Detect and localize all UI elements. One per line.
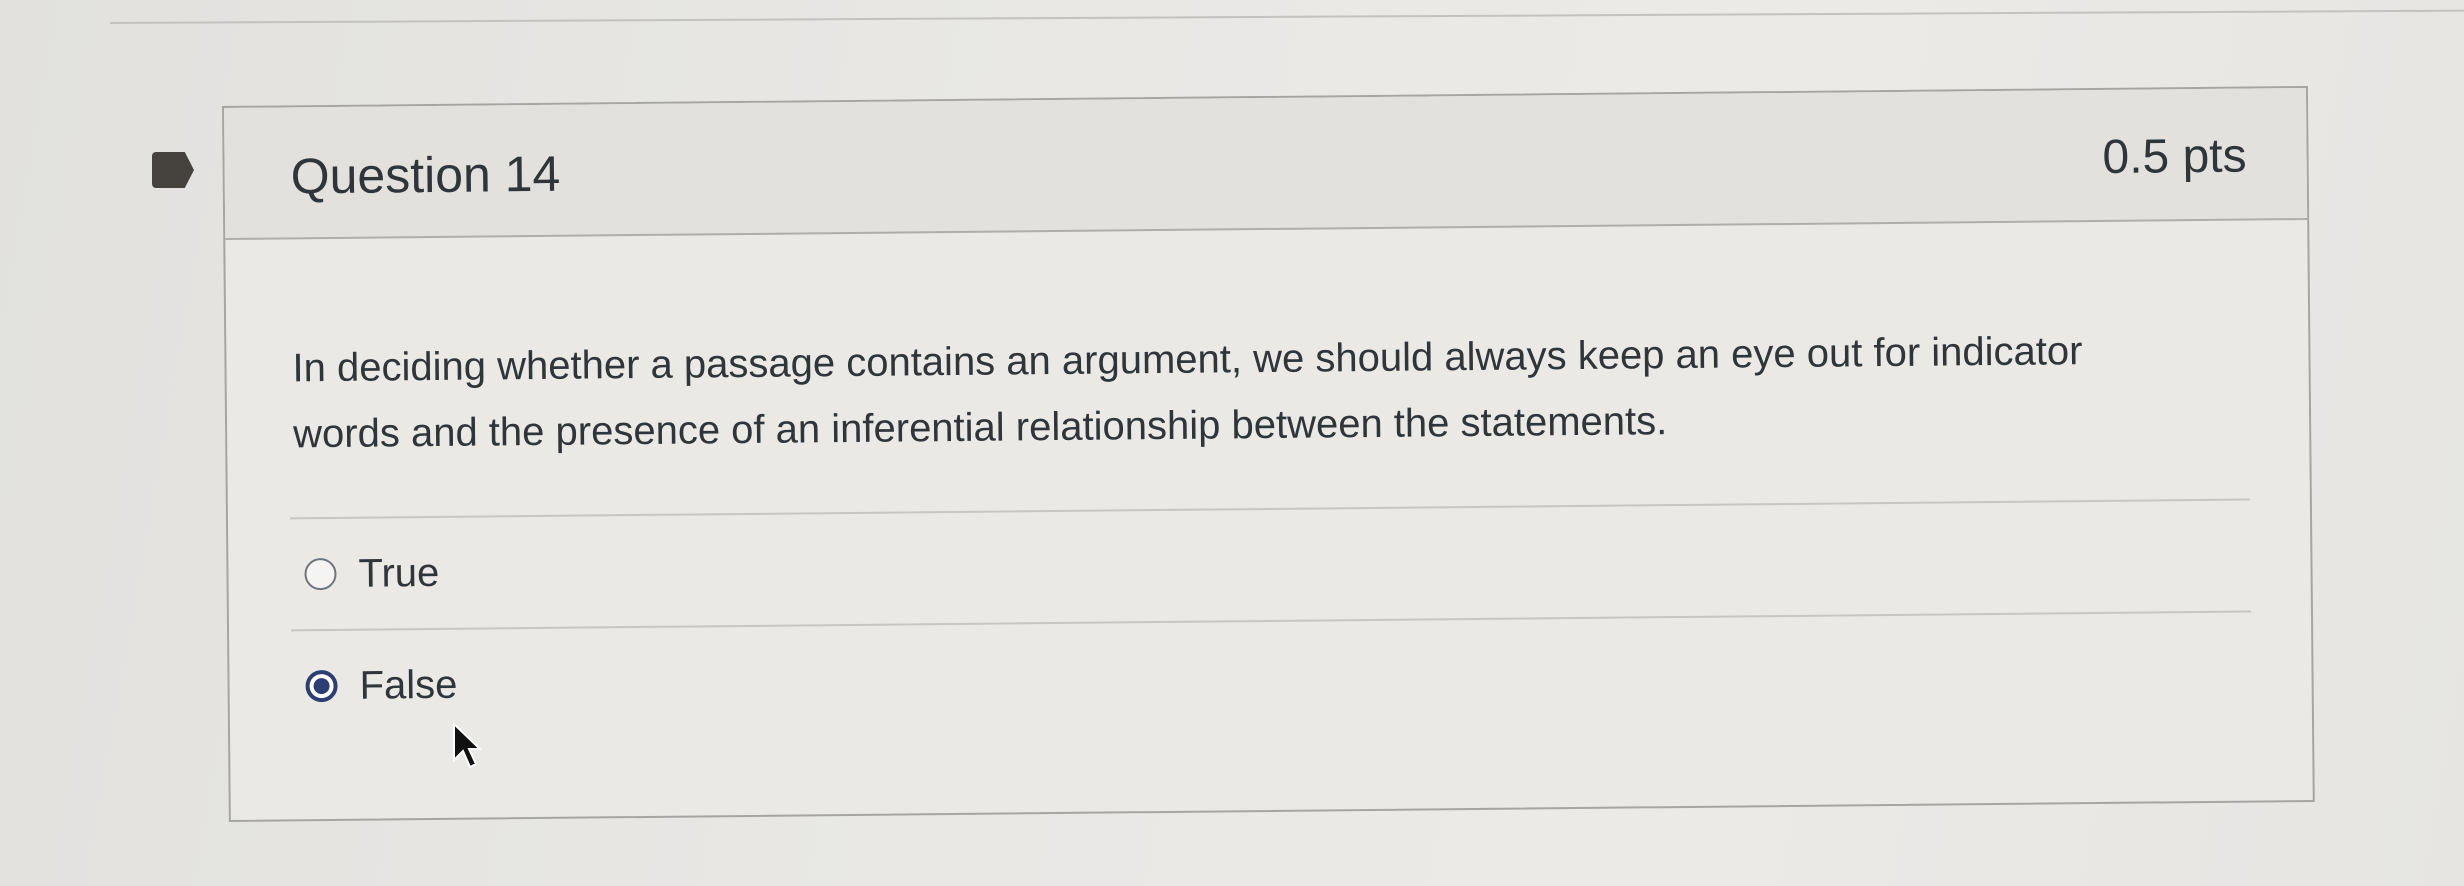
answer-label: False xyxy=(359,662,458,708)
question-flag-icon[interactable] xyxy=(152,152,194,188)
question-points: 0.5 pts xyxy=(2102,129,2247,184)
question-card: Question 14 0.5 pts In deciding whether … xyxy=(222,85,2315,822)
answer-option-true[interactable]: True xyxy=(290,501,2251,630)
radio-button-unchecked[interactable] xyxy=(304,557,337,591)
answer-list: True False xyxy=(289,498,2252,742)
question-title: Question 14 xyxy=(290,145,561,205)
question-header: Question 14 0.5 pts xyxy=(224,87,2308,240)
answer-option-false[interactable]: False xyxy=(291,613,2252,742)
mouse-pointer-icon xyxy=(453,722,482,769)
answer-label: True xyxy=(358,550,440,596)
radio-button-checked[interactable] xyxy=(305,669,338,703)
top-divider xyxy=(109,9,2464,24)
question-text: In deciding whether a passage contains a… xyxy=(292,329,2083,457)
